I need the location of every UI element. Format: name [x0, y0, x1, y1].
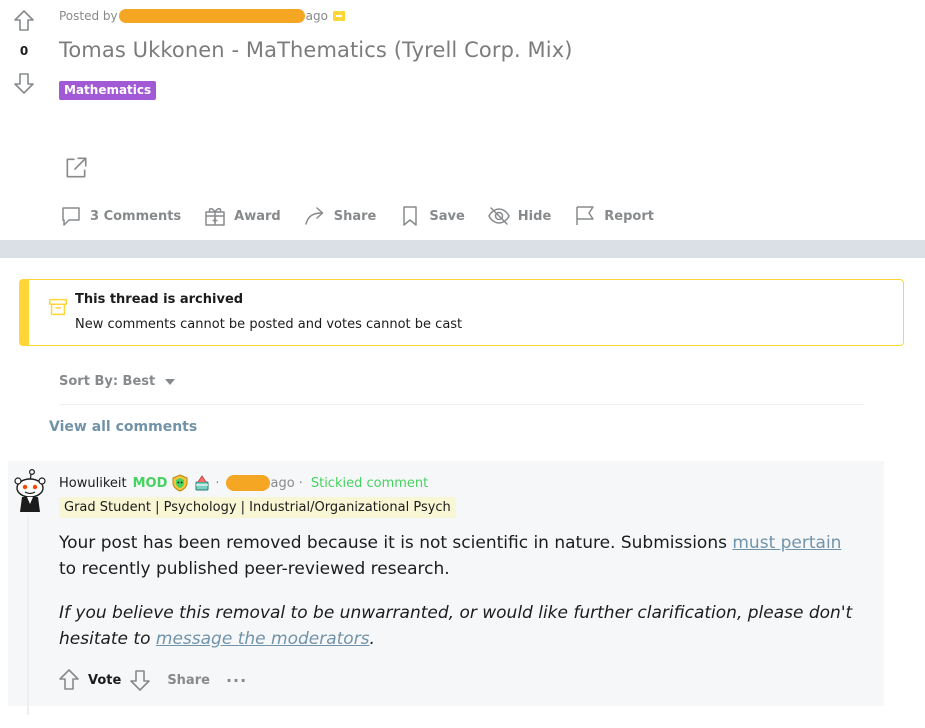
comment-downvote-arrow-icon[interactable] — [127, 667, 153, 693]
section-divider-band — [0, 240, 925, 258]
share-label: Share — [333, 208, 377, 224]
post-title[interactable]: Tomas Ukkonen - MaThematics (Tyrell Corp… — [59, 38, 573, 62]
eye-slash-icon — [487, 207, 510, 225]
sort-divider — [59, 404, 864, 405]
comment-author[interactable]: Howulikeit — [59, 476, 127, 491]
reddit-post-page: 0 Posted by ago Tomas Ukkonen - MaThemat… — [0, 0, 925, 728]
mod-badge: MOD — [132, 475, 168, 491]
body2-text-end: . — [369, 629, 375, 649]
archive-box-icon — [49, 298, 67, 316]
share-arrow-icon — [304, 207, 323, 225]
flag-icon — [576, 206, 595, 225]
archived-notice: This thread is archived New comments can… — [19, 279, 904, 346]
comment-body-paragraph-2: If you believe this removal to be unwarr… — [59, 600, 859, 652]
must-pertain-link[interactable]: must pertain — [732, 533, 841, 553]
post-action-bar: 3 Comments Award Share Save Hide Report — [59, 200, 676, 232]
post-card: 0 Posted by ago Tomas Ukkonen - MaThemat… — [0, 0, 925, 240]
archived-title: This thread is archived — [75, 292, 244, 307]
comment-body-paragraph-1: Your post has been removed because it is… — [59, 530, 859, 582]
external-link-icon[interactable] — [63, 155, 91, 183]
comment-header: Howulikeit MOD · ago · Stickied comment — [59, 474, 428, 492]
sort-dropdown[interactable]: Sort By: Best — [59, 374, 176, 389]
share-button[interactable]: Share — [303, 204, 377, 228]
downvote-arrow-icon[interactable] — [11, 70, 37, 96]
cake-award-icon — [195, 475, 209, 491]
comment-upvote-arrow-icon[interactable] — [56, 667, 82, 693]
header-separator-2: · — [298, 475, 303, 491]
posted-by-prefix: Posted by — [59, 9, 118, 23]
view-all-comments-link[interactable]: View all comments — [49, 419, 197, 435]
post-flair[interactable]: Mathematics — [59, 81, 157, 100]
comment-vote-label: Vote — [88, 672, 122, 688]
award-button[interactable]: Award — [203, 204, 281, 228]
sort-label: Sort By: Best — [59, 374, 156, 389]
message-moderators-link[interactable]: message the moderators — [156, 629, 370, 649]
award-label: Award — [234, 208, 281, 224]
comment-share-button[interactable]: Share — [167, 673, 210, 688]
body1-text: Your post has been removed because it is… — [59, 533, 733, 553]
save-label: Save — [429, 208, 465, 224]
posted-ago: ago — [305, 9, 328, 23]
header-separator: · — [215, 475, 220, 491]
hide-label: Hide — [517, 208, 552, 224]
caret-down-icon — [165, 378, 176, 385]
upvote-arrow-icon[interactable] — [11, 8, 37, 34]
redacted-username — [118, 9, 305, 23]
comment-ago[interactable]: ago — [271, 476, 295, 491]
redacted-timestamp — [225, 475, 270, 491]
comment-icon — [62, 207, 80, 226]
report-label: Report — [604, 208, 654, 224]
posted-by-line: Posted by ago — [59, 9, 345, 23]
bookmark-icon — [403, 206, 418, 226]
snoo-avatar-icon[interactable] — [12, 466, 48, 514]
more-options-icon[interactable]: ··· — [226, 671, 247, 690]
save-button[interactable]: Save — [398, 204, 465, 228]
comment-thread-line[interactable] — [27, 515, 29, 715]
stickied-label: Stickied comment — [310, 475, 429, 491]
report-button[interactable]: Report — [573, 204, 654, 228]
hide-button[interactable]: Hide — [487, 204, 551, 228]
post-score: 0 — [19, 44, 29, 58]
comment-action-bar: Vote Share ··· — [56, 666, 247, 694]
body1-text-end: to recently published peer-reviewed rese… — [59, 559, 450, 579]
user-flair: Grad Student | Psychology | Industrial/O… — [59, 497, 456, 518]
comments-button[interactable]: 3 Comments — [59, 204, 181, 228]
archived-message: New comments cannot be posted and votes … — [75, 317, 463, 332]
award-icon — [205, 207, 225, 226]
comments-label: 3 Comments — [90, 208, 182, 224]
archived-icon — [332, 11, 345, 21]
shield-award-icon — [172, 474, 188, 492]
